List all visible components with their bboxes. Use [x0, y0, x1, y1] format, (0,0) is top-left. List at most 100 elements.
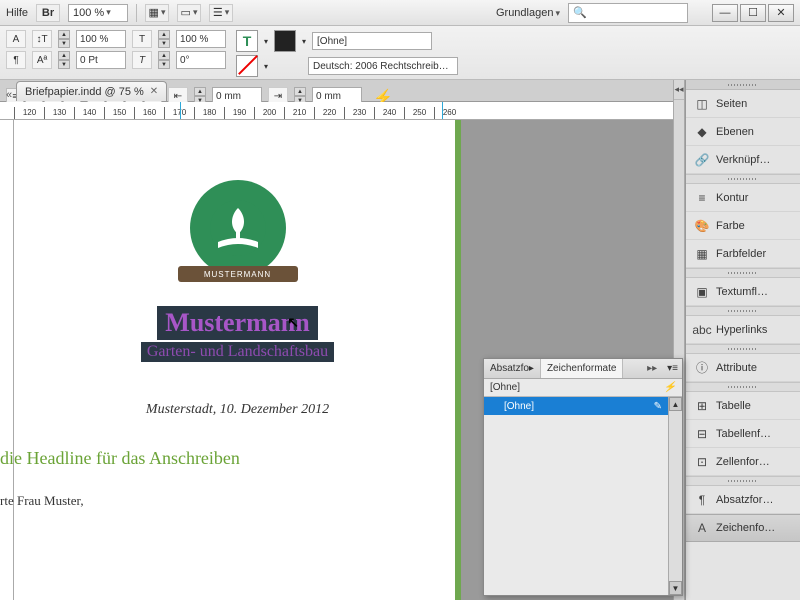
arrange-icon[interactable]: ☰: [209, 4, 233, 22]
panel-icon: ⊟: [694, 426, 710, 442]
expand-dock-icon[interactable]: ◂◂: [674, 80, 684, 100]
panel-button[interactable]: ▦Farbfelder: [686, 240, 800, 268]
scrollbar[interactable]: ▲ ▼: [668, 397, 682, 595]
cursor-icon: ↖: [287, 314, 299, 331]
panel-button[interactable]: 🔗Verknüpf…: [686, 146, 800, 174]
company-name[interactable]: Mustermann↖: [157, 306, 317, 340]
menu-bar: Hilfe Br 100 % ▦ ▭ ☰ Grundlagen 🔍 — ☐ ✕: [0, 0, 800, 26]
panel-label: Farbe: [716, 220, 745, 232]
panel-label: Kontur: [716, 192, 748, 204]
style-list-item[interactable]: [Ohne] ✎: [484, 397, 682, 415]
panel-label: Tabelle: [716, 400, 751, 412]
panel-label: Attribute: [716, 362, 757, 374]
panel-dock: ◫Seiten◆Ebenen🔗Verknüpf… ≡ Kontur 🎨 Farbe ▦Fa…: [685, 80, 800, 600]
skew-icon: T: [132, 51, 152, 69]
panel-button[interactable]: ⊞ Tabelle: [686, 392, 800, 420]
fill-color[interactable]: T: [236, 30, 258, 52]
panel-icon: ≡: [694, 190, 710, 206]
panel-collapse-icon[interactable]: ▸▸: [641, 363, 663, 374]
panel-icon: 🎨: [694, 218, 710, 234]
para-icon[interactable]: ¶: [6, 51, 26, 69]
panel-button[interactable]: ⊟ Tabellenf…: [686, 420, 800, 448]
minimize-button[interactable]: —: [712, 4, 738, 22]
edit-icon[interactable]: ✎: [654, 401, 662, 412]
stepper[interactable]: ▲▼: [58, 30, 70, 48]
scale-y-icon: T: [132, 30, 152, 48]
panel-button[interactable]: ≡ Kontur: [686, 184, 800, 212]
scroll-up-icon[interactable]: ▲: [669, 397, 682, 411]
scroll-down-icon[interactable]: ▼: [669, 581, 682, 595]
baseline-field[interactable]: 0 Pt: [76, 51, 126, 69]
baseline-icon: Aª: [32, 51, 52, 69]
company-tagline[interactable]: Garten- und Landschaftsbau: [141, 342, 334, 362]
panel-icon: ◆: [694, 124, 710, 140]
panel-label: Hyperlinks: [716, 324, 767, 336]
close-button[interactable]: ✕: [768, 4, 794, 22]
panel-icon: ▣: [694, 284, 710, 300]
char-icon[interactable]: A: [6, 30, 26, 48]
dock-separator: [686, 476, 800, 486]
lightning-icon[interactable]: ⚡: [664, 382, 676, 393]
dock-separator: [686, 268, 800, 278]
date-line[interactable]: Musterstadt, 10. Dezember 2012: [40, 402, 435, 418]
page-edge: [455, 120, 461, 600]
panel-icon: ⊞: [694, 398, 710, 414]
panel-icon: A: [694, 520, 710, 536]
panel-label: Farbfelder: [716, 248, 766, 260]
document-tab[interactable]: Briefpapier.indd @ 75 % ✕: [16, 81, 167, 101]
logo-graphic[interactable]: [190, 180, 286, 276]
panel-button[interactable]: ◫Seiten: [686, 90, 800, 118]
screen-mode-icon[interactable]: ▭: [177, 4, 201, 22]
panel-button[interactable]: ⓘ Attribute: [686, 354, 800, 382]
panel-label: Zeichenfo…: [716, 522, 775, 534]
stepper[interactable]: ▲▼: [158, 51, 170, 69]
bridge-button[interactable]: Br: [36, 4, 60, 22]
view-options-icon[interactable]: ▦: [145, 4, 169, 22]
stepper[interactable]: ▲▼: [158, 30, 170, 48]
dock-separator: [686, 174, 800, 184]
panel-button[interactable]: ▣ Textumfl…: [686, 278, 800, 306]
scale-y-field[interactable]: 100 %: [176, 30, 226, 48]
tab-label: Briefpapier.indd @ 75 %: [25, 86, 144, 98]
salutation[interactable]: rte Frau Muster,: [0, 493, 435, 509]
none-swatch[interactable]: [236, 55, 258, 77]
panel-icon: ¶: [694, 492, 710, 508]
panel-tab-zeichen[interactable]: Zeichenformate: [541, 359, 623, 378]
panel-label: Verknüpf…: [716, 154, 770, 166]
panel-label: Absatzfor…: [716, 494, 773, 506]
panel-tab-absatz[interactable]: Absatzfo▸: [484, 359, 541, 378]
panel-button[interactable]: abc Hyperlinks: [686, 316, 800, 344]
zoom-dropdown[interactable]: 100 %: [68, 4, 128, 22]
dock-separator: [686, 382, 800, 392]
panel-menu-icon[interactable]: ▾≡: [663, 363, 682, 374]
dock-grip[interactable]: [686, 80, 800, 90]
panel-button[interactable]: A Zeichenfo…: [686, 514, 800, 542]
panel-label: Textumfl…: [716, 286, 768, 298]
stroke-color[interactable]: [274, 30, 296, 52]
close-tab-icon[interactable]: ✕: [150, 86, 158, 97]
vertical-ruler[interactable]: [0, 120, 14, 600]
stepper[interactable]: ▲▼: [58, 51, 70, 69]
panel-icon: ⓘ: [694, 360, 710, 376]
workspace-switcher[interactable]: Grundlagen: [496, 7, 560, 19]
panel-button[interactable]: ¶ Absatzfor…: [686, 486, 800, 514]
control-bar: A ↕T ▲▼ 100 % T ▲▼ 100 % ¶ Aª ▲▼ 0 Pt T …: [0, 26, 800, 80]
language-dropdown[interactable]: Deutsch: 2006 Rechtschreib…: [308, 57, 458, 75]
logo-ribbon: MUSTERMANN: [178, 266, 298, 282]
panel-button[interactable]: 🎨 Farbe: [686, 212, 800, 240]
letter-headline[interactable]: die Headline für das Anschreiben: [0, 448, 435, 469]
panel-icon: abc: [694, 322, 710, 338]
search-input[interactable]: 🔍: [568, 3, 688, 23]
help-menu[interactable]: Hilfe: [6, 7, 28, 19]
panel-button[interactable]: ⊡Zellenfor…: [686, 448, 800, 476]
panel-button[interactable]: ◆Ebenen: [686, 118, 800, 146]
style-base-row[interactable]: [Ohne]⚡: [484, 379, 682, 397]
scale-x-field[interactable]: 100 %: [76, 30, 126, 48]
panel-label: Tabellenf…: [716, 428, 771, 440]
character-styles-panel[interactable]: Absatzfo▸ Zeichenformate ▸▸ ▾≡ [Ohne]⚡ […: [483, 358, 683, 596]
panel-icon: ⊡: [694, 454, 710, 470]
dock-separator: [686, 344, 800, 354]
maximize-button[interactable]: ☐: [740, 4, 766, 22]
skew-field[interactable]: 0°: [176, 51, 226, 69]
char-style-dropdown[interactable]: [Ohne]: [312, 32, 432, 50]
